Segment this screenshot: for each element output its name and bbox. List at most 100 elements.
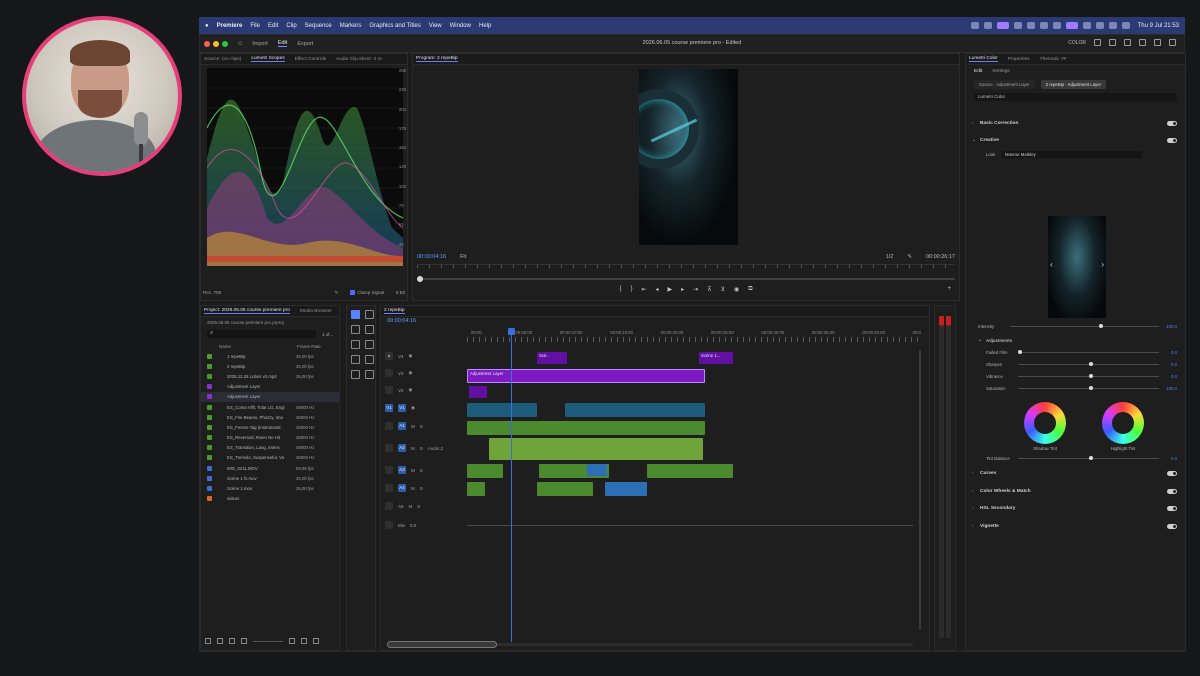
project-item[interactable]: ES_Tremolo, Suspenseful, Vo 48000 Hz <box>201 453 339 463</box>
label-color-swatch[interactable] <box>207 455 212 461</box>
tray-icon[interactable] <box>1095 22 1104 29</box>
adjustment-slider[interactable]: Faded Film 0.0 <box>986 348 1177 356</box>
project-item[interactable]: Scène 1.mov 25,00 fps <box>201 483 339 493</box>
freeform-view-icon[interactable] <box>241 638 247 644</box>
project-item[interactable]: ES_Fire Beams, Phuzzy, Ima 48000 Hz <box>201 412 339 422</box>
add-button-icon[interactable]: + <box>947 286 951 292</box>
section-toggle[interactable] <box>1167 505 1177 511</box>
tray-icon[interactable] <box>1065 22 1078 29</box>
project-item[interactable]: Scène 1 fx.mov 25,00 fps <box>201 473 339 483</box>
close-window-button[interactable] <box>204 40 210 47</box>
hand-tool[interactable] <box>365 355 375 364</box>
mark-out-icon[interactable]: } <box>630 286 632 293</box>
new-bin-icon[interactable] <box>289 638 295 644</box>
menu-help[interactable]: Help <box>479 23 491 29</box>
adjustment-slider[interactable]: Vibrance 0.0 <box>986 372 1177 380</box>
tray-icon[interactable] <box>1026 22 1035 29</box>
lift-icon[interactable]: ⊼ <box>707 286 711 293</box>
tab-program[interactable]: Program: 2 repeBip <box>416 56 458 62</box>
rectangle-tool[interactable] <box>351 355 360 364</box>
control-center-icon[interactable] <box>1121 22 1130 29</box>
step-forward-icon[interactable]: ▸ <box>681 286 684 293</box>
tab-audio-clip-mixer[interactable]: Audio Clip Mixer: 2 re <box>336 57 382 62</box>
tray-icon[interactable] <box>983 22 992 29</box>
project-item[interactable]: ES_Freeze Tag (Instrumentl 48000 Hz <box>201 422 339 432</box>
tab-project[interactable]: Project: 2026.06.05 course premiere pro <box>204 308 290 314</box>
mute-toggle[interactable]: M <box>411 486 415 491</box>
clip-scene-v4[interactable]: Scè.. <box>537 352 567 364</box>
section-color-wheels[interactable]: › Color Wheels & Match <box>972 486 1177 496</box>
clip-audio-a3[interactable] <box>467 464 503 478</box>
play-icon[interactable]: ▶ <box>668 286 673 293</box>
section-vignette[interactable]: › Vignette <box>972 521 1177 531</box>
menubar-clock[interactable]: Thu 9 Jul 21:53 <box>1138 23 1179 29</box>
look-preview-thumbnail[interactable]: ‹ › <box>1048 216 1106 318</box>
highlight-tint-wheel[interactable] <box>1102 402 1144 444</box>
label-color-swatch[interactable] <box>207 414 212 420</box>
mix-value[interactable]: 0.0 <box>410 523 416 528</box>
slider-track[interactable] <box>1018 455 1159 460</box>
audio-icon[interactable] <box>1154 39 1161 46</box>
clip-audio-a4[interactable] <box>467 482 485 496</box>
clip-v1[interactable] <box>467 403 537 417</box>
tab-export[interactable]: Export <box>297 41 313 47</box>
timeline-horizontal-scroll[interactable] <box>387 641 913 648</box>
step-back-icon[interactable]: ◂ <box>656 286 659 293</box>
mark-in-icon[interactable]: { <box>619 286 621 293</box>
minimize-window-button[interactable] <box>213 40 219 47</box>
quick-export-icon[interactable] <box>1109 39 1116 46</box>
solo-toggle[interactable]: S <box>420 468 423 473</box>
layout-icon[interactable] <box>1124 39 1131 46</box>
slider-track[interactable] <box>1018 373 1159 378</box>
timeline-ruler[interactable] <box>467 337 921 342</box>
tab-effect-controls[interactable]: Effect Controls <box>295 57 326 62</box>
tab-properties[interactable]: Properties <box>1008 57 1030 62</box>
bit-depth-select[interactable]: 8 Bit <box>396 290 405 296</box>
adjustments-header[interactable]: ⌄ Adjustments <box>978 336 1177 344</box>
clip-audio-a4[interactable] <box>537 482 593 496</box>
label-color-swatch[interactable] <box>207 445 212 451</box>
clip-v2[interactable] <box>469 386 487 398</box>
menu-file[interactable]: File <box>250 23 260 29</box>
workspace-label[interactable]: COLOR <box>1068 40 1086 46</box>
go-to-in-icon[interactable]: ⇤ <box>641 286 646 293</box>
slider-track[interactable] <box>1018 385 1159 390</box>
menu-app-name[interactable]: Premiere <box>217 23 243 29</box>
section-toggle[interactable] <box>1167 523 1177 529</box>
list-view-icon[interactable] <box>217 638 223 644</box>
share-icon[interactable] <box>1139 39 1146 46</box>
col-frame-rate[interactable]: Frame Rate <box>297 344 321 349</box>
menu-sequence[interactable]: Sequence <box>305 23 332 29</box>
tab-media-browser[interactable]: Media Browser <box>300 309 332 314</box>
tray-icon[interactable] <box>1052 22 1061 29</box>
menu-clip[interactable]: Clip <box>286 23 296 29</box>
slider-thumb[interactable] <box>1088 373 1093 378</box>
program-time-ruler[interactable] <box>417 264 955 272</box>
slider-thumb[interactable] <box>1088 385 1093 390</box>
new-item-icon[interactable] <box>301 638 307 644</box>
timeline-timecode[interactable]: 00:00:04:16 <box>387 318 416 324</box>
eye-icon[interactable]: ◉ <box>409 353 413 359</box>
slider-value[interactable]: 100.0 <box>1165 386 1177 391</box>
slip-tool[interactable] <box>351 340 360 349</box>
scroll-thumb[interactable] <box>387 641 497 648</box>
eye-icon[interactable]: ◉ <box>411 405 415 411</box>
label-color-swatch[interactable] <box>207 363 212 369</box>
razor-tool[interactable] <box>365 325 375 334</box>
lock-icon[interactable] <box>385 422 393 430</box>
project-item[interactable]: Adjustment Layer <box>201 391 339 402</box>
tab-edit[interactable]: Edit <box>277 40 288 47</box>
lock-icon[interactable] <box>385 484 393 492</box>
section-toggle[interactable] <box>1167 488 1177 494</box>
track-target-a3[interactable]: A3 <box>398 466 406 474</box>
tray-icon[interactable] <box>1013 22 1022 29</box>
selection-tool[interactable] <box>351 310 360 319</box>
eye-icon[interactable]: ◉ <box>409 387 413 393</box>
mute-toggle[interactable]: M <box>409 504 413 509</box>
label-color-swatch[interactable] <box>207 384 212 390</box>
tab-lumetri-scopes[interactable]: Lumetri Scopes <box>251 56 285 62</box>
slider-thumb[interactable] <box>1088 361 1093 366</box>
section-curves[interactable]: › Curves <box>972 468 1177 478</box>
project-item[interactable]: videos <box>201 494 339 504</box>
shadow-tint-wheel[interactable] <box>1024 402 1066 444</box>
